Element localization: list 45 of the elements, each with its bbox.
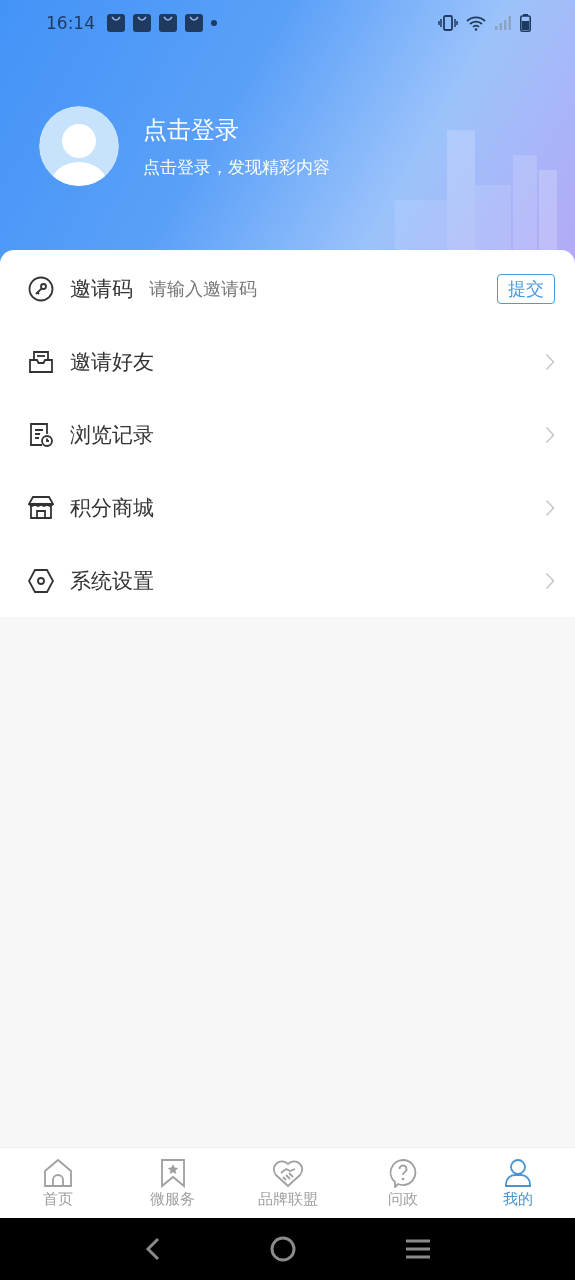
- menu-item[interactable]: 浏览记录: [0, 398, 575, 471]
- dot-icon: [211, 20, 217, 26]
- inbox-icon: [28, 348, 54, 375]
- tab[interactable]: 问政: [345, 1148, 460, 1218]
- tab[interactable]: 品牌联盟: [230, 1148, 345, 1218]
- back-icon[interactable]: [144, 1237, 161, 1261]
- shopping-bag-icon: [185, 14, 203, 32]
- shop-icon: [28, 494, 54, 521]
- key-icon: [28, 275, 54, 302]
- login-title[interactable]: 点击登录: [143, 113, 330, 146]
- menu-label: 积分商城: [70, 494, 154, 522]
- menu-label: 邀请好友: [70, 348, 154, 376]
- tab[interactable]: 首页: [0, 1148, 115, 1218]
- status-time: 16:14: [46, 13, 95, 33]
- menu-item[interactable]: 邀请好友: [0, 325, 575, 398]
- chevron-right-icon: [545, 498, 555, 517]
- document-clock-icon: [28, 421, 54, 448]
- tab[interactable]: 我的: [460, 1148, 575, 1218]
- question-icon: [387, 1157, 418, 1188]
- shopping-bag-icon: [107, 14, 125, 32]
- menu-label: 邀请码: [70, 275, 133, 303]
- shopping-bag-icon: [133, 14, 151, 32]
- chevron-right-icon: [545, 352, 555, 371]
- home-icon: [42, 1157, 73, 1188]
- handshake-heart-icon: [271, 1157, 304, 1188]
- menu-label: 浏览记录: [70, 421, 154, 449]
- vibrate-icon: [438, 15, 458, 31]
- menu-label: 系统设置: [70, 567, 154, 595]
- home-button-icon[interactable]: [269, 1236, 296, 1262]
- invite-code-field[interactable]: 请输入邀请码: [149, 278, 497, 299]
- avatar[interactable]: [39, 106, 119, 186]
- shopping-bag-icon: [159, 14, 177, 32]
- login-subtitle: 点击登录，发现精彩内容: [143, 155, 330, 179]
- wifi-icon: [466, 15, 486, 31]
- menu-item[interactable]: 积分商城: [0, 471, 575, 544]
- chevron-right-icon: [545, 425, 555, 444]
- menu-icon[interactable]: [404, 1238, 431, 1260]
- menu-item[interactable]: 系统设置: [0, 544, 575, 617]
- tab[interactable]: 微服务: [115, 1148, 230, 1218]
- user-icon: [502, 1157, 533, 1188]
- signal-icon: [494, 15, 512, 31]
- battery-icon: [520, 14, 531, 32]
- hexagon-icon: [28, 567, 54, 594]
- submit-button[interactable]: 提交: [497, 273, 555, 304]
- chevron-right-icon: [545, 571, 555, 590]
